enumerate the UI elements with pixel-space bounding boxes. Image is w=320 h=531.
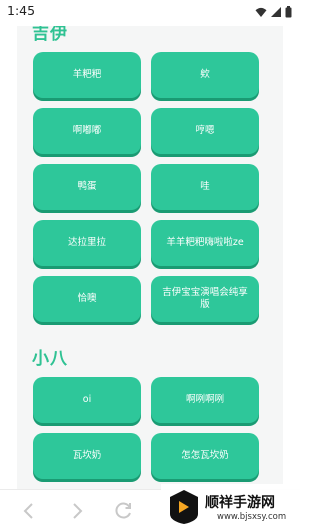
sound-button[interactable]: 羊粑粑 <box>33 52 141 98</box>
content-panel: 吉伊 羊粑粑 欸 啊嘟嘟 哼嗯 鸭蛋 哇 达拉里拉 羊羊粑粑嗨啦啦ze 恰噢 吉… <box>17 8 283 531</box>
sound-button[interactable]: 吉伊宝宝演唱会纯享版 <box>151 276 259 322</box>
watermark-logo-icon <box>170 490 198 524</box>
chevron-left-icon <box>23 503 33 519</box>
app-screen: 吉伊 羊粑粑 欸 啊嘟嘟 哼嗯 鸭蛋 哇 达拉里拉 羊羊粑粑嗨啦啦ze 恰噢 吉… <box>0 0 300 531</box>
battery-icon <box>285 6 292 18</box>
watermark-url: www.bjsxsy.com <box>217 512 287 522</box>
refresh-button[interactable] <box>113 500 135 522</box>
sound-button[interactable]: oi <box>33 377 141 423</box>
sound-button[interactable]: 恰噢 <box>33 276 141 322</box>
section-title-xiaoba: 小八 <box>32 349 68 369</box>
refresh-icon <box>115 502 131 519</box>
sound-button[interactable]: 鸭蛋 <box>33 164 141 210</box>
site-watermark: 顺祥手游网 www.bjsxsy.com <box>161 484 300 531</box>
sound-button[interactable]: 达拉里拉 <box>33 220 141 266</box>
wifi-icon <box>255 7 267 17</box>
sound-button[interactable]: 怎怎瓦坎奶 <box>151 433 259 479</box>
status-bar: 1:45 <box>0 0 300 26</box>
sound-button[interactable]: 啊咧啊咧 <box>151 377 259 423</box>
sound-button[interactable]: 欸 <box>151 52 259 98</box>
sound-button[interactable]: 哇 <box>151 164 259 210</box>
chevron-right-icon <box>73 503 83 519</box>
signal-icon <box>271 7 281 17</box>
sound-button[interactable]: 啊嘟嘟 <box>33 108 141 154</box>
back-button[interactable] <box>18 500 40 522</box>
sound-button[interactable]: 哼嗯 <box>151 108 259 154</box>
watermark-title: 顺祥手游网 <box>205 495 275 511</box>
forward-button[interactable] <box>66 500 88 522</box>
sound-button[interactable]: 羊羊粑粑嗨啦啦ze <box>151 220 259 266</box>
status-time: 1:45 <box>7 3 36 18</box>
status-icons <box>255 6 292 18</box>
sound-button[interactable]: 瓦坎奶 <box>33 433 141 479</box>
